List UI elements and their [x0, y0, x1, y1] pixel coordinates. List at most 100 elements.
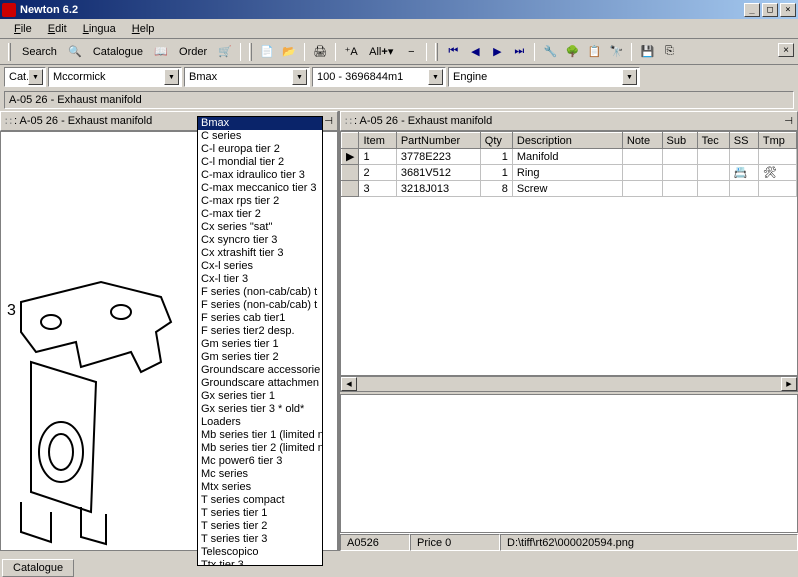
binoculars-icon[interactable]: 🔭 — [606, 42, 626, 62]
cell-sub[interactable] — [662, 165, 697, 181]
export-icon[interactable]: ⎘ — [659, 42, 679, 62]
table-row[interactable]: 33218J0138Screw — [342, 181, 797, 197]
print-icon[interactable]: 🖨 — [310, 42, 330, 62]
dropdown-option[interactable]: Mtx series — [198, 481, 322, 494]
dropdown-option[interactable]: Cx-l tier 3 — [198, 273, 322, 286]
scroll-right-icon[interactable]: ▶ — [781, 377, 797, 391]
col-tec[interactable]: Tec — [697, 133, 729, 149]
dropdown-option[interactable]: C-l mondial tier 2 — [198, 156, 322, 169]
menu-help[interactable]: Help — [124, 21, 163, 37]
dropdown-option[interactable]: C-max idraulico tier 3 — [198, 169, 322, 182]
all-button[interactable]: All + ▾ — [363, 42, 399, 62]
cell-ss[interactable]: 📇 — [729, 165, 758, 181]
dropdown-option[interactable]: C series — [198, 130, 322, 143]
remove-icon[interactable]: − — [401, 42, 421, 62]
search-icon[interactable]: 🔍 — [65, 42, 85, 62]
order-button[interactable]: Order — [173, 42, 213, 62]
cell-partnumber[interactable]: 3218J013 — [396, 181, 480, 197]
col-description[interactable]: Description — [512, 133, 622, 149]
dropdown-option[interactable]: Cx syncro tier 3 — [198, 234, 322, 247]
cell-sub[interactable] — [662, 149, 697, 165]
col-sub[interactable]: Sub — [662, 133, 697, 149]
cell-qty[interactable]: 8 — [480, 181, 512, 197]
dropdown-option[interactable]: Mb series tier 1 (limited n — [198, 429, 322, 442]
chevron-down-icon[interactable]: ▼ — [28, 69, 43, 85]
dropdown-option[interactable]: F series (non-cab/cab) t — [198, 299, 322, 312]
dropdown-option[interactable]: F series tier2 desp. — [198, 325, 322, 338]
cell-tmp[interactable] — [758, 149, 796, 165]
cell-note[interactable] — [622, 181, 662, 197]
col-item[interactable]: Item — [359, 133, 396, 149]
dropdown-option[interactable]: C-l europa tier 2 — [198, 143, 322, 156]
dropdown-option[interactable]: T series tier 2 — [198, 520, 322, 533]
model-combo[interactable]: 100 - 3696844m1 ▼ — [312, 67, 446, 87]
col-tmp[interactable]: Tmp — [758, 133, 796, 149]
series-combo[interactable]: Bmax ▼ — [184, 67, 310, 87]
dropdown-option[interactable]: F series (non-cab/cab) t — [198, 286, 322, 299]
cell-ss[interactable] — [729, 149, 758, 165]
parts-table-area[interactable]: Item PartNumber Qty Description Note Sub… — [340, 131, 798, 376]
dropdown-option[interactable]: Groundscare attachmen — [198, 377, 322, 390]
cell-sub[interactable] — [662, 181, 697, 197]
save-icon[interactable]: 💾 — [637, 42, 657, 62]
dropdown-option[interactable]: T series tier 1 — [198, 507, 322, 520]
cell-qty[interactable]: 1 — [480, 149, 512, 165]
dropdown-option[interactable]: Gm series tier 1 — [198, 338, 322, 351]
col-note[interactable]: Note — [622, 133, 662, 149]
dropdown-option[interactable]: C-max meccanico tier 3 — [198, 182, 322, 195]
dropdown-option[interactable]: Cx series "sat" — [198, 221, 322, 234]
group-combo[interactable]: Engine ▼ — [448, 67, 640, 87]
search-button[interactable]: Search — [16, 42, 63, 62]
dropdown-option[interactable]: Telescopico — [198, 546, 322, 559]
pin-icon[interactable]: ⊣ — [324, 116, 333, 127]
open-icon[interactable]: 📂 — [279, 42, 299, 62]
cell-partnumber[interactable]: 3681V512 — [396, 165, 480, 181]
dropdown-option[interactable]: Loaders — [198, 416, 322, 429]
scroll-left-icon[interactable]: ◀ — [341, 377, 357, 391]
cell-description[interactable]: Manifold — [512, 149, 622, 165]
dropdown-option[interactable]: Cx xtrashift tier 3 — [198, 247, 322, 260]
cell-tec[interactable] — [697, 149, 729, 165]
cell-tec[interactable] — [697, 165, 729, 181]
col-partnumber[interactable]: PartNumber — [396, 133, 480, 149]
maximize-button[interactable]: □ — [762, 3, 778, 17]
dropdown-option[interactable]: F series cab tier1 — [198, 312, 322, 325]
dropdown-option[interactable]: Cx-l series — [198, 260, 322, 273]
cell-note[interactable] — [622, 165, 662, 181]
dropdown-option[interactable]: T series compact — [198, 494, 322, 507]
dropdown-option[interactable]: C-max tier 2 — [198, 208, 322, 221]
last-icon[interactable]: ⏭ — [509, 42, 529, 62]
next-icon[interactable]: ▶ — [487, 42, 507, 62]
dropdown-option[interactable]: Mc power6 tier 3 — [198, 455, 322, 468]
dropdown-option[interactable]: Ttx tier 3 — [198, 559, 322, 566]
book-icon[interactable]: 📖 — [151, 42, 171, 62]
cell-tmp[interactable] — [758, 181, 796, 197]
table-row[interactable]: ▶13778E2231Manifold — [342, 149, 797, 165]
cell-ss[interactable] — [729, 181, 758, 197]
cell-tmp[interactable]: 🛠 — [758, 165, 796, 181]
cell-qty[interactable]: 1 — [480, 165, 512, 181]
cell-partnumber[interactable]: 3778E223 — [396, 149, 480, 165]
cell-item[interactable]: 1 — [359, 149, 396, 165]
cell-description[interactable]: Screw — [512, 181, 622, 197]
mdi-close-button[interactable]: × — [778, 43, 794, 57]
cart-icon[interactable]: 🛒 — [215, 42, 235, 62]
chevron-down-icon[interactable]: ▼ — [428, 69, 443, 85]
dropdown-option[interactable]: Gm series tier 2 — [198, 351, 322, 364]
cat-combo[interactable]: Cat. ▼ — [4, 67, 46, 87]
tab-catalogue[interactable]: Catalogue — [2, 559, 74, 577]
dropdown-option[interactable]: Groundscare accessorie — [198, 364, 322, 377]
col-ss[interactable]: SS — [729, 133, 758, 149]
cell-description[interactable]: Ring — [512, 165, 622, 181]
table-hscroll[interactable]: ◀ ▶ — [340, 376, 798, 392]
menu-edit[interactable]: Edit — [40, 21, 75, 37]
dropdown-option[interactable]: C-max rps tier 2 — [198, 195, 322, 208]
brand-combo[interactable]: Mccormick ▼ — [48, 67, 182, 87]
list-icon[interactable]: 📋 — [584, 42, 604, 62]
chevron-down-icon[interactable]: ▼ — [292, 69, 307, 85]
chevron-down-icon[interactable]: ▼ — [164, 69, 179, 85]
tool1-icon[interactable]: 🔧 — [540, 42, 560, 62]
cell-item[interactable]: 2 — [359, 165, 396, 181]
add-all-icon[interactable]: ⁺A — [341, 42, 361, 62]
dropdown-option[interactable]: T series tier 3 — [198, 533, 322, 546]
